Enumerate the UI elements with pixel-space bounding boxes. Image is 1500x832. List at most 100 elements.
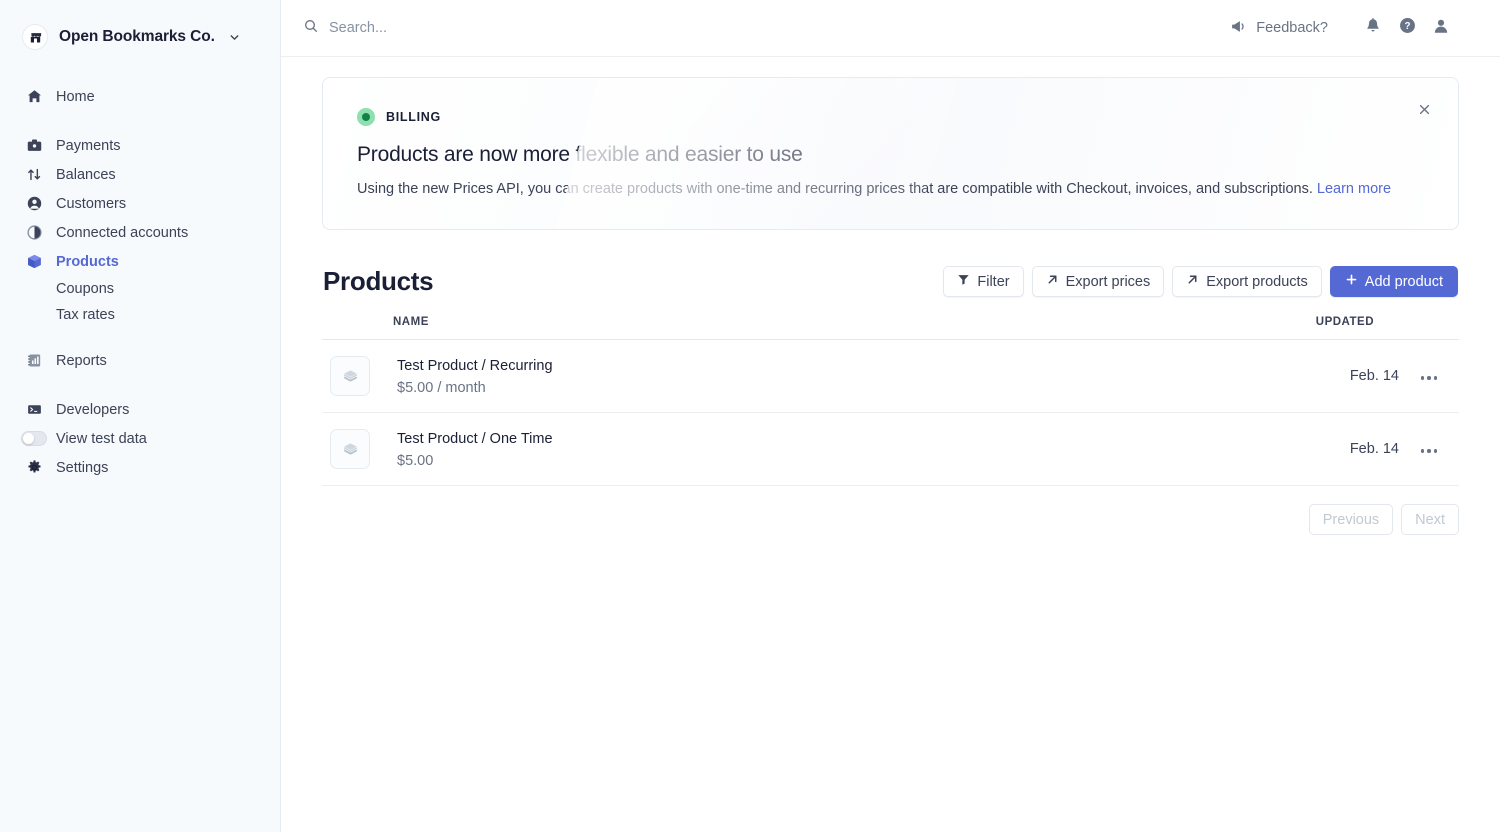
svg-text:?: ?: [1404, 21, 1410, 32]
bell-icon: [1364, 17, 1382, 40]
sidebar-item-label: Balances: [56, 166, 116, 183]
sidebar-item-label: Payments: [56, 137, 121, 154]
updated-cell: Feb. 14: [1249, 339, 1399, 414]
overflow-menu-icon[interactable]: [1415, 370, 1444, 386]
search-icon: [303, 18, 319, 39]
add-product-label: Add product: [1364, 273, 1443, 290]
arrow-up-right-icon: [1186, 273, 1199, 290]
sidebar-item-connected-accounts[interactable]: Connected accounts: [0, 218, 280, 247]
account-switcher[interactable]: Open Bookmarks Co.: [0, 12, 280, 56]
sidebar-item-label: Reports: [56, 352, 107, 369]
arrow-up-right-icon: [1046, 273, 1059, 290]
payments-icon: [24, 136, 44, 156]
banner-eyebrow-label: BILLING: [386, 110, 441, 124]
page-actions: Filter Export prices Export products Add…: [943, 266, 1458, 298]
megaphone-icon: [1230, 18, 1247, 39]
banner-learn-more-link[interactable]: Learn more: [1317, 181, 1391, 197]
app-root: Open Bookmarks Co. Home Payments Balance…: [0, 0, 1500, 832]
export-prices-label: Export prices: [1065, 273, 1151, 290]
products-table: NAME UPDATED Test Product / Recurring $5…: [322, 316, 1459, 487]
box-icon: [330, 356, 370, 397]
green-dot-icon: [357, 108, 375, 126]
billing-announcement-banner: BILLING Products are now more flexible a…: [322, 77, 1459, 231]
sidebar-item-developers[interactable]: Developers: [0, 395, 280, 424]
product-cell: Test Product / Recurring $5.00 / month: [322, 339, 1249, 414]
add-product-button[interactable]: Add product: [1329, 266, 1458, 298]
toggle-switch-icon[interactable]: [21, 429, 47, 449]
table-row[interactable]: Test Product / Recurring $5.00 / month F…: [322, 339, 1459, 414]
account-name: Open Bookmarks Co.: [59, 28, 215, 45]
sidebar-item-home[interactable]: Home: [0, 82, 280, 111]
close-icon: [1418, 103, 1431, 121]
sidebar-item-reports[interactable]: Reports: [0, 346, 280, 375]
next-page-button[interactable]: Next: [1401, 504, 1459, 536]
top-bar-actions: Feedback? ?: [1230, 11, 1458, 45]
sidebar-item-label: View test data: [56, 430, 147, 447]
filter-button[interactable]: Filter: [943, 266, 1024, 298]
question-circle-icon: ?: [1398, 16, 1417, 40]
product-price: $5.00 / month: [397, 380, 486, 397]
sidebar-item-balances[interactable]: Balances: [0, 160, 280, 189]
sidebar-item-tax-rates[interactable]: Tax rates: [0, 302, 280, 328]
table-body: Test Product / Recurring $5.00 / month F…: [322, 339, 1459, 487]
top-bar: Search... Feedback? ?: [281, 0, 1500, 57]
sidebar-item-coupons[interactable]: Coupons: [0, 276, 280, 302]
notifications-button[interactable]: [1356, 11, 1390, 45]
banner-eyebrow: BILLING: [357, 108, 1424, 126]
row-menu-cell: [1399, 339, 1459, 414]
column-header-updated: UPDATED: [1249, 316, 1459, 341]
storefront-icon: [22, 24, 48, 50]
sidebar-item-label: Products: [56, 253, 119, 270]
search-input[interactable]: Search...: [303, 18, 1230, 39]
pagination: Previous Next: [322, 504, 1459, 536]
banner-dismiss-button[interactable]: [1410, 98, 1438, 126]
sidebar-item-view-test-data[interactable]: View test data: [0, 424, 280, 453]
page-title: Products: [323, 266, 434, 297]
developers-terminal-icon: [24, 400, 44, 420]
connected-accounts-pie-icon: [24, 223, 44, 243]
overflow-menu-icon[interactable]: [1415, 443, 1444, 459]
feedback-button[interactable]: Feedback?: [1230, 18, 1328, 39]
previous-page-button[interactable]: Previous: [1308, 504, 1394, 536]
feedback-label: Feedback?: [1256, 20, 1328, 36]
content-area: BILLING Products are now more flexible a…: [281, 57, 1500, 536]
help-button[interactable]: ?: [1390, 11, 1424, 45]
export-products-button[interactable]: Export products: [1172, 266, 1322, 298]
sidebar-item-customers[interactable]: Customers: [0, 189, 280, 218]
export-products-label: Export products: [1206, 273, 1308, 290]
row-menu-cell: [1399, 412, 1459, 487]
page-header: Products Filter Export prices Export pro…: [322, 266, 1459, 298]
product-name: Test Product / Recurring: [397, 358, 553, 375]
sidebar-item-label: Connected accounts: [56, 224, 189, 241]
filter-label: Filter: [977, 273, 1010, 290]
main-area: Search... Feedback? ? BILLING Products a…: [281, 0, 1500, 832]
sidebar-nav: Home Payments Balances Customers Connect…: [0, 82, 280, 482]
sidebar-item-label: Developers: [56, 401, 130, 418]
table-header: NAME UPDATED: [322, 316, 1459, 341]
banner-title: Products are now more flexible and easie…: [357, 143, 803, 166]
user-avatar-icon: [1432, 17, 1450, 40]
customers-person-icon: [24, 194, 44, 214]
account-button[interactable]: [1424, 11, 1458, 45]
sidebar-item-label: Settings: [56, 459, 109, 476]
sidebar-item-settings[interactable]: Settings: [0, 453, 280, 482]
table-row[interactable]: Test Product / One Time $5.00 Feb. 14: [322, 412, 1459, 487]
balances-arrows-icon: [24, 165, 44, 185]
plus-icon: [1345, 273, 1358, 290]
sidebar: Open Bookmarks Co. Home Payments Balance…: [0, 0, 281, 832]
banner-description-text: Using the new Prices API, you can create…: [357, 181, 1313, 197]
sidebar-item-label: Customers: [56, 195, 127, 212]
gear-icon: [24, 458, 44, 478]
export-prices-button[interactable]: Export prices: [1031, 266, 1165, 298]
updated-cell: Feb. 14: [1249, 412, 1399, 487]
product-info: Test Product / Recurring $5.00 / month: [397, 356, 553, 396]
product-info: Test Product / One Time $5.00: [397, 429, 553, 469]
sidebar-item-products[interactable]: Products: [0, 247, 280, 276]
chevron-down-icon: [228, 31, 241, 44]
sidebar-item-payments[interactable]: Payments: [0, 131, 280, 160]
box-icon: [330, 429, 370, 470]
product-cell: Test Product / One Time $5.00: [322, 412, 1249, 487]
